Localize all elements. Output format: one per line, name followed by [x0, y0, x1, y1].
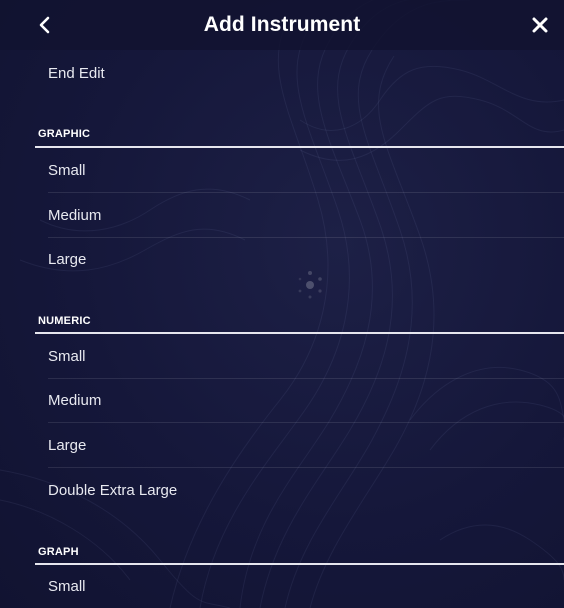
item-label: Small	[48, 578, 86, 595]
item-label: Double Extra Large	[48, 482, 178, 499]
close-button[interactable]	[528, 13, 552, 37]
end-edit-item[interactable]: End Edit	[48, 51, 564, 96]
item-label: Small	[48, 348, 86, 365]
close-icon	[532, 17, 548, 33]
add-instrument-screen: Add Instrument End Edit GRAPHIC Small Me…	[0, 0, 564, 608]
header-bar: Add Instrument	[0, 0, 564, 50]
graphic-small-item[interactable]: Small	[48, 148, 564, 193]
numeric-large-item[interactable]: Large	[48, 423, 564, 468]
numeric-small-item[interactable]: Small	[48, 334, 564, 379]
numeric-medium-item[interactable]: Medium	[48, 378, 564, 423]
back-button[interactable]	[32, 13, 56, 37]
section-header-graphic: GRAPHIC	[38, 128, 91, 140]
item-label: Large	[48, 437, 87, 454]
chevron-left-icon	[39, 16, 50, 34]
item-label: Small	[48, 162, 86, 179]
item-label: Large	[48, 251, 87, 268]
item-label: Medium	[48, 392, 102, 409]
spinner-icon	[298, 271, 322, 299]
page-title: Add Instrument	[203, 13, 361, 36]
item-label: Medium	[48, 207, 102, 224]
graph-small-item[interactable]: Small	[48, 564, 564, 608]
end-edit-label: End Edit	[48, 65, 105, 82]
numeric-double-extra-large-item[interactable]: Double Extra Large	[48, 468, 564, 513]
graphic-medium-item[interactable]: Medium	[48, 193, 564, 238]
section-header-numeric: NUMERIC	[38, 315, 91, 327]
section-header-graph: GRAPH	[38, 546, 79, 558]
